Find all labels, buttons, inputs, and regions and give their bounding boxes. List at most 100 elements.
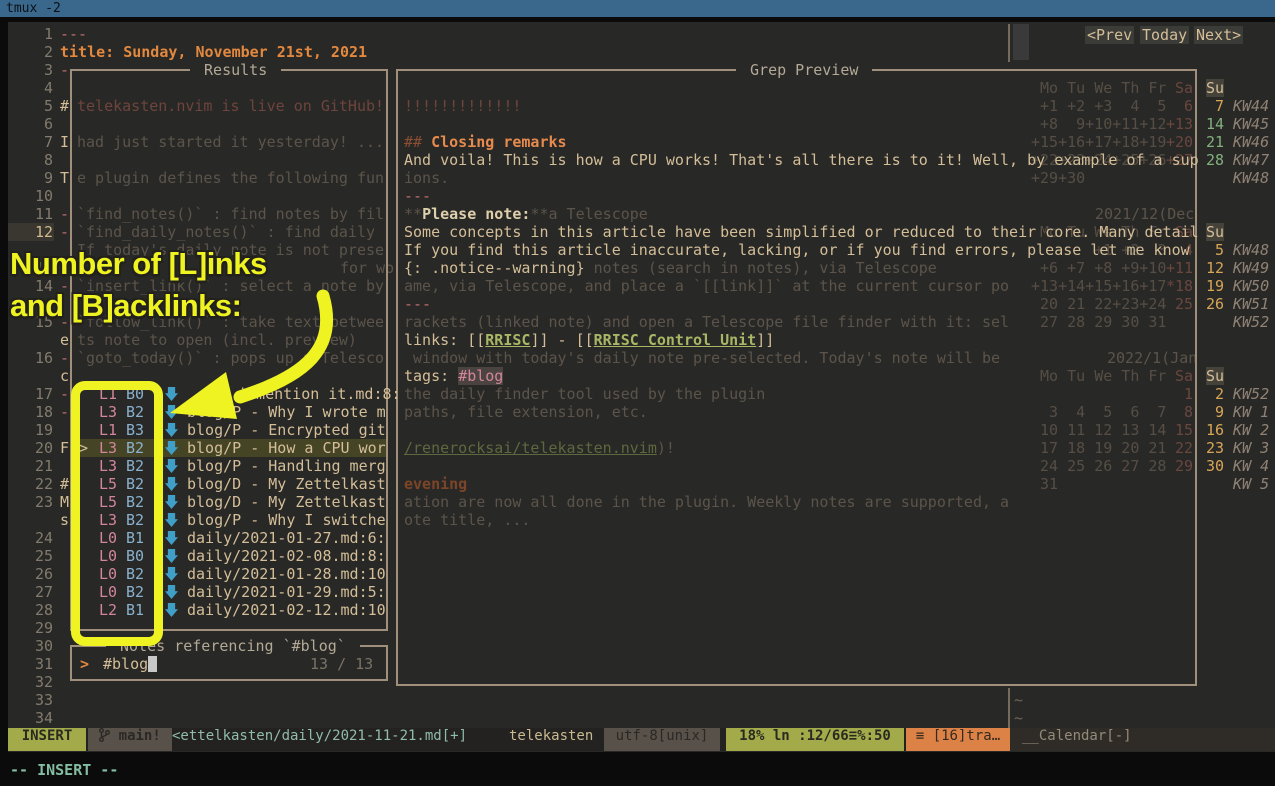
calendar-sunday[interactable]: 28 <box>1206 151 1224 169</box>
calendar-week-number: KW 5 <box>1233 475 1269 493</box>
preview-line: ote title, ... <box>404 511 530 529</box>
preview-text: --- <box>404 295 431 313</box>
line-number: 6 <box>8 115 53 133</box>
calendar-sunday[interactable]: 16 <box>1206 421 1224 439</box>
result-row-label: daily/2021-02-08.md:8: <box>187 547 386 565</box>
calendar-sunday[interactable]: 12 <box>1206 259 1224 277</box>
calendar-week-number: KW 1 <box>1233 403 1269 421</box>
preview-line: ame, via Telescope, and place a `[[link]… <box>404 277 1009 295</box>
result-row-label: daily/2021-01-27.md:6: <box>187 529 386 547</box>
whitespace-warning-segment: ≡ [16]tra… <box>906 728 1010 751</box>
line-number: 8 <box>8 151 53 169</box>
line-number: 10 <box>8 187 53 205</box>
calendar-week-number: KW46 <box>1233 133 1269 151</box>
buffer-text-fragment: I <box>60 133 69 151</box>
preview-text: Please note: <box>422 205 530 223</box>
calendar-sunday[interactable]: 9 <box>1206 403 1224 421</box>
preview-line: --- <box>404 295 431 313</box>
buffer-text-fragment: # <box>60 475 69 493</box>
preview-line: {: .notice--warning} notes (search in no… <box>404 259 937 277</box>
line-number: 17 <box>8 385 53 403</box>
git-branch-segment: main! <box>88 728 172 751</box>
buffer-text-fragment: title: Sunday, November 21st, 2021 <box>60 43 367 61</box>
preview-text: And voila! This is how a CPU works! That… <box>404 151 1199 169</box>
calendar-sunday[interactable]: 2 <box>1206 385 1224 403</box>
line-number: 4 <box>8 79 53 97</box>
prompt-caret: > <box>80 655 89 673</box>
calendar-weekday-header-sun: Su <box>1206 79 1224 97</box>
statusline: INSERT main! <ettelkasten/daily/2021-11-… <box>8 728 1275 751</box>
buffer-text-fragment: - <box>60 223 69 241</box>
calendar-week-number: KW 4 <box>1233 457 1269 475</box>
calendar-sunday[interactable]: 19 <box>1206 277 1224 295</box>
insert-mode-message: -- INSERT -- <box>10 760 118 780</box>
calendar-week-number: KW45 <box>1233 115 1269 133</box>
tag-chip: #blog <box>458 367 503 385</box>
git-branch-label: main! <box>119 728 161 744</box>
line-number: 7 <box>8 133 53 151</box>
calendar-sunday[interactable]: 14 <box>1206 115 1224 133</box>
calendar-scrollbar-thumb[interactable] <box>1013 24 1029 60</box>
calendar-sunday[interactable]: 7 <box>1206 97 1224 115</box>
calendar-next-button[interactable]: Next> <box>1194 26 1243 44</box>
buffer-text-fragment: ~ <box>1014 691 1023 709</box>
line-number: 29 <box>8 619 53 637</box>
preview-line: evening <box>404 475 467 493</box>
result-row-label: blog/P - Handling merg <box>187 457 386 475</box>
preview-line: ions. <box>404 169 449 187</box>
preview-line: !!!!!!!!!!!!! <box>404 97 521 115</box>
calendar-sunday[interactable]: 21 <box>1206 133 1224 151</box>
line-number: 20 <box>8 439 53 457</box>
cursor-position-segment: 18% ln :12/66≡%:50 <box>726 728 904 751</box>
calendar-sunday[interactable]: 5 <box>1206 241 1224 259</box>
line-number: 32 <box>8 673 53 691</box>
line-number: 21 <box>8 457 53 475</box>
line-number: 22 <box>8 475 53 493</box>
result-row-label: blog/P - Why I wrote m <box>187 403 386 421</box>
line-number: 28 <box>8 601 53 619</box>
search-input[interactable]: #blog <box>103 655 148 673</box>
buffer-text-fragment: # <box>60 97 69 115</box>
calendar-today-button[interactable]: Today <box>1140 26 1189 44</box>
buffer-text-fragment: c <box>60 367 69 385</box>
result-row-label: blog/P - How a CPU wor <box>187 439 386 457</box>
preview-line: If you find this article inaccurate, lac… <box>404 241 1190 259</box>
screenshot-root: tmux -2 <Prev Today Next> 12345678910111… <box>0 0 1275 786</box>
line-number: 31 <box>8 655 53 673</box>
preview-text: ## <box>404 133 431 151</box>
calendar-sunday[interactable]: 23 <box>1206 439 1224 457</box>
preview-text: ** <box>404 205 422 223</box>
line-number: 26 <box>8 565 53 583</box>
buffer-text-fragment: - <box>60 205 69 223</box>
calendar-sunday[interactable]: 30 <box>1206 457 1224 475</box>
preview-line: the daily finder tool used by the plugin <box>404 385 765 403</box>
encoding-segment: utf-8[unix] <box>604 728 720 751</box>
preview-text: tags: <box>404 367 458 385</box>
calendar-buffer-name: __Calendar[-] <box>1022 728 1132 751</box>
line-number: 1 <box>8 25 53 43</box>
line-number: 34 <box>8 709 53 727</box>
line-number: 16 <box>8 349 53 367</box>
calendar-prev-button[interactable]: <Prev <box>1085 26 1134 44</box>
preview-line: ation are now all done in the plugin. We… <box>404 493 1009 511</box>
calendar-week-number: KW48 <box>1233 241 1269 259</box>
line-number: 11 <box>8 205 53 223</box>
text-cursor <box>148 656 157 672</box>
buffer-text-fragment: F <box>60 439 69 457</box>
buffer-text-fragment: ~ <box>1014 709 1023 727</box>
preview-line: tags: #blog <box>404 367 503 385</box>
preview-text: )! <box>657 439 675 457</box>
buffer-text-fragment: M <box>60 493 69 511</box>
buffer-text-fragment: - <box>60 61 69 79</box>
buffer-text-fragment: s <box>60 511 69 529</box>
preview-text: --- <box>404 187 431 205</box>
annotation-text-line2: and [B]acklinks: <box>10 288 241 324</box>
wiki-link: RRISC Control Unit <box>594 331 757 349</box>
preview-line: links: [[RRISC]] - [[RRISC Control Unit]… <box>404 331 774 349</box>
window-split-separator-bottom <box>1008 688 1010 728</box>
preview-text: !!!!!!!!!!!!! <box>404 97 521 115</box>
calendar-sunday[interactable]: 26 <box>1206 295 1224 313</box>
calendar-week-number: KW51 <box>1233 295 1269 313</box>
line-number: 27 <box>8 583 53 601</box>
calendar-week-number: KW49 <box>1233 259 1269 277</box>
